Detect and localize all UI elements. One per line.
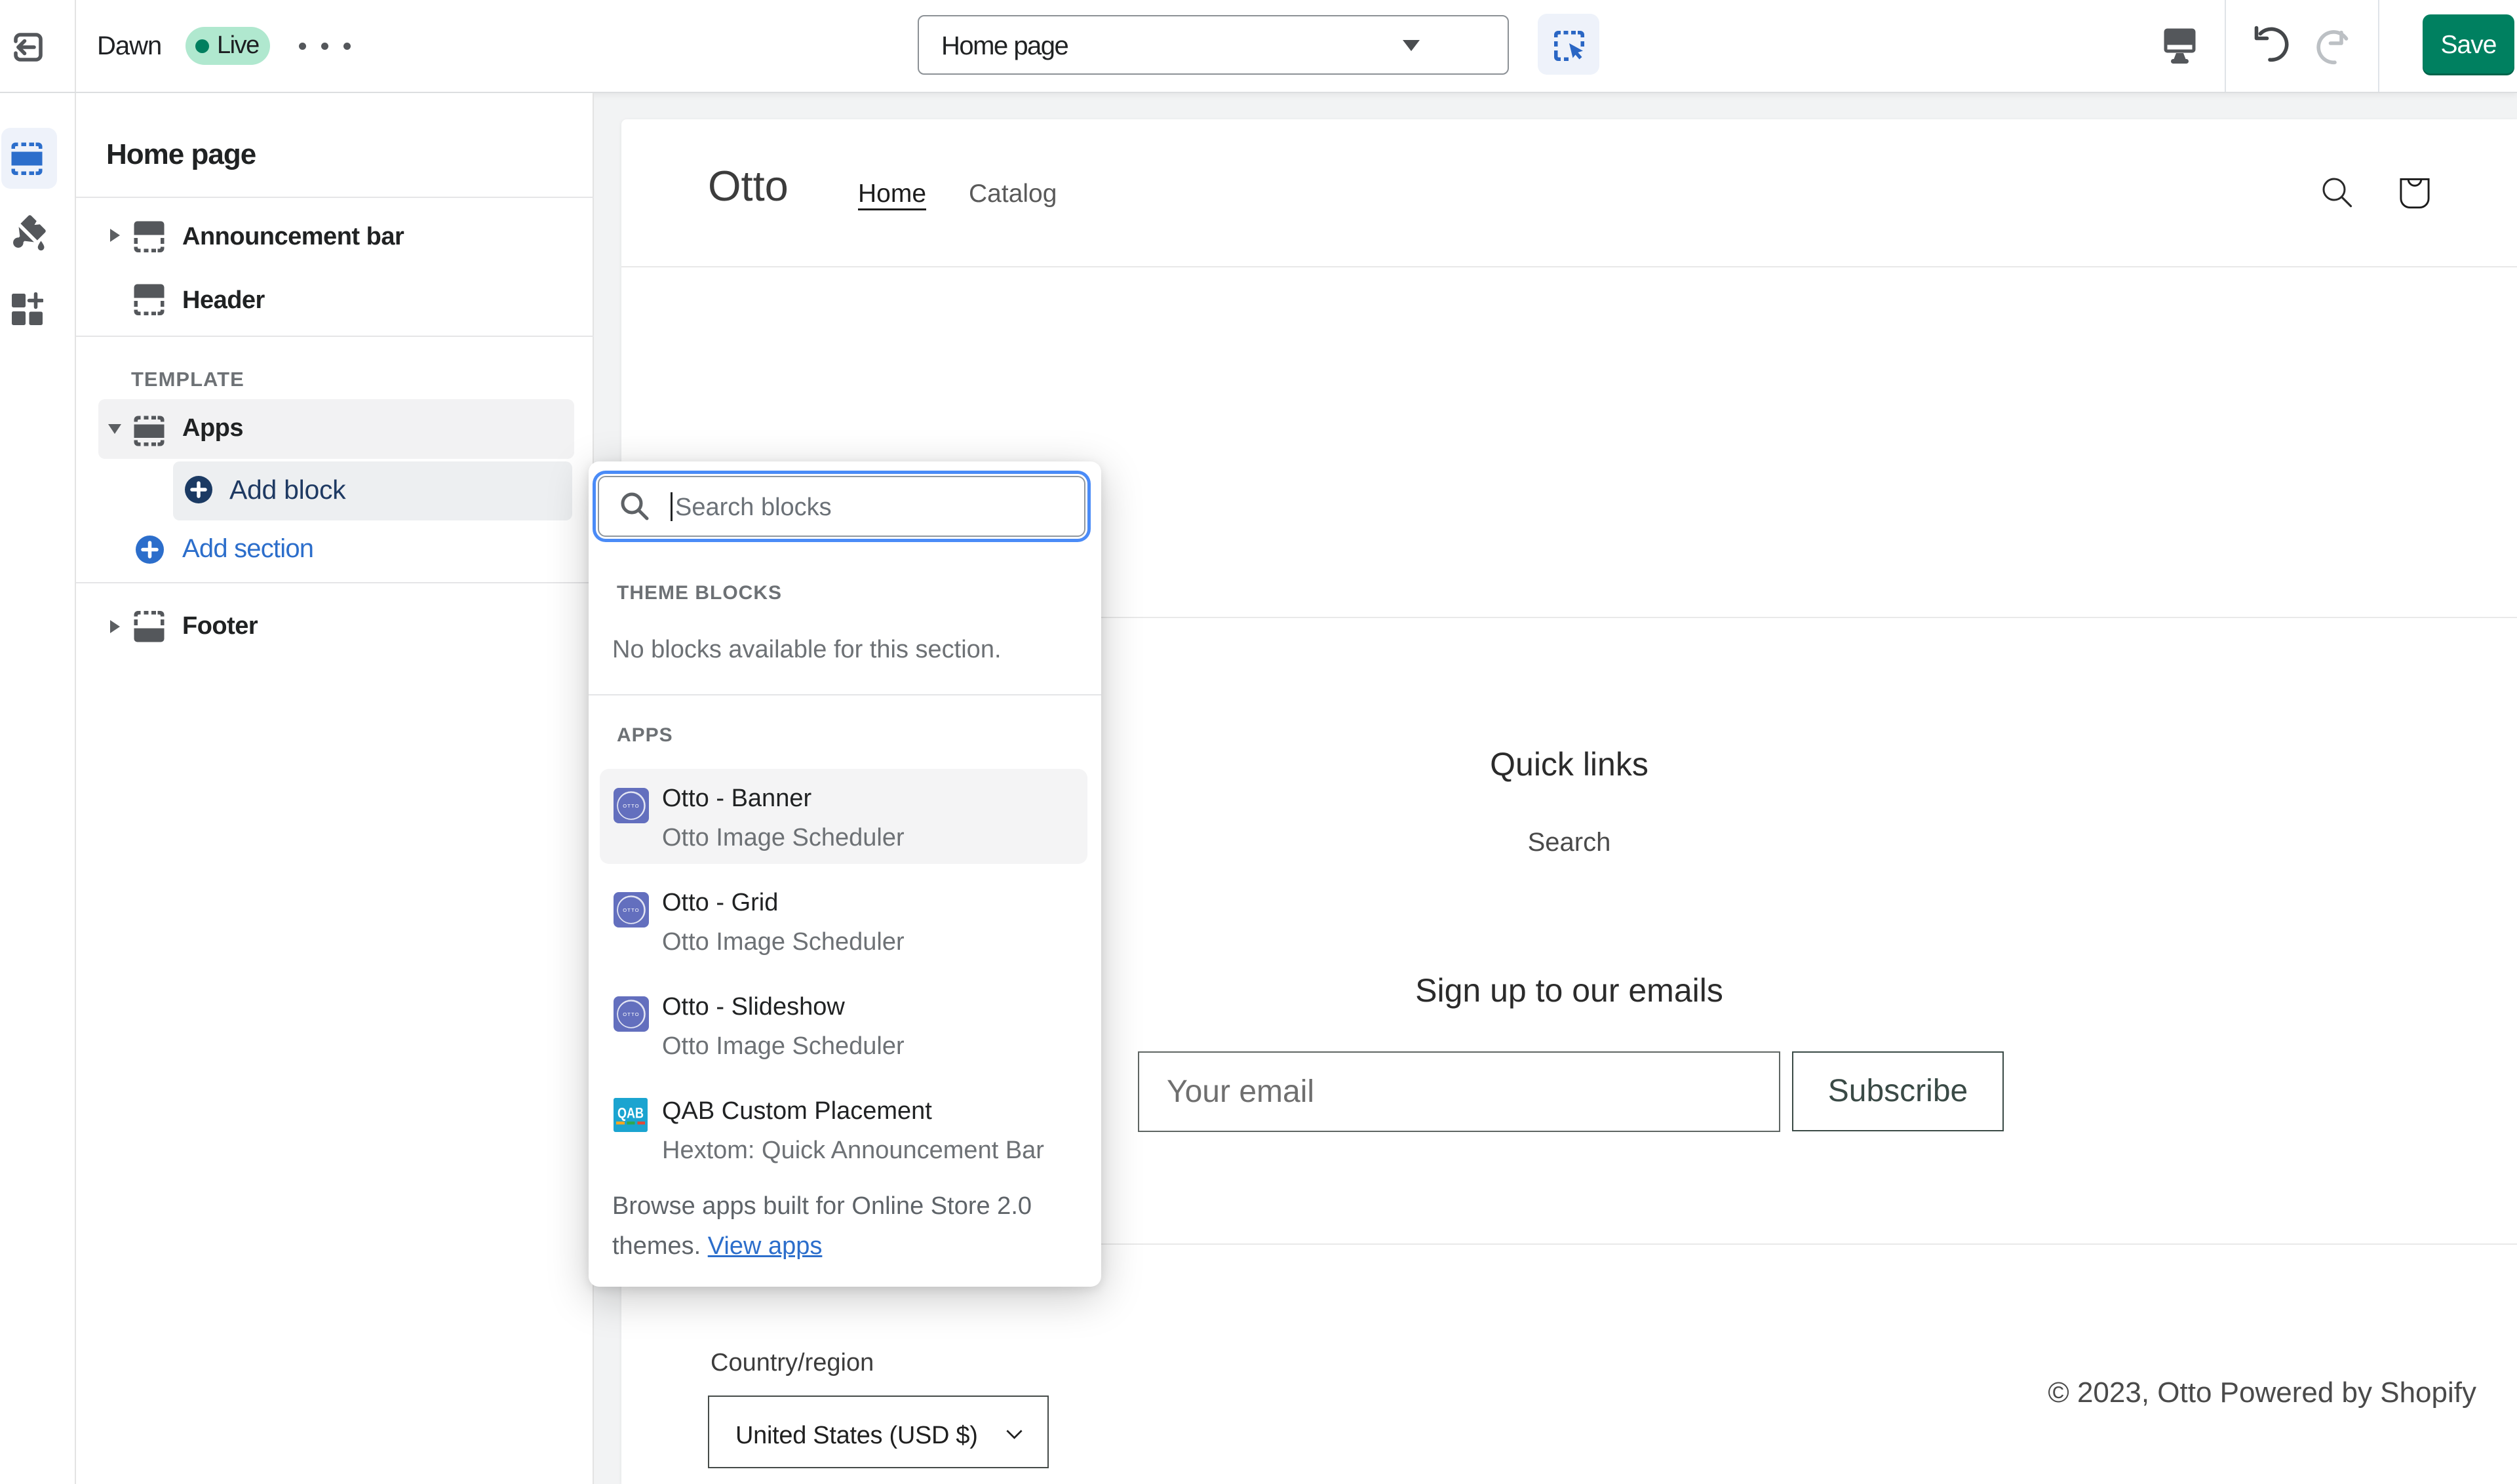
svg-text:OTTO: OTTO	[623, 907, 640, 913]
svg-text:QAB: QAB	[617, 1105, 644, 1122]
svg-text:OTTO: OTTO	[623, 803, 640, 809]
svg-text:OTTO: OTTO	[623, 1011, 640, 1017]
